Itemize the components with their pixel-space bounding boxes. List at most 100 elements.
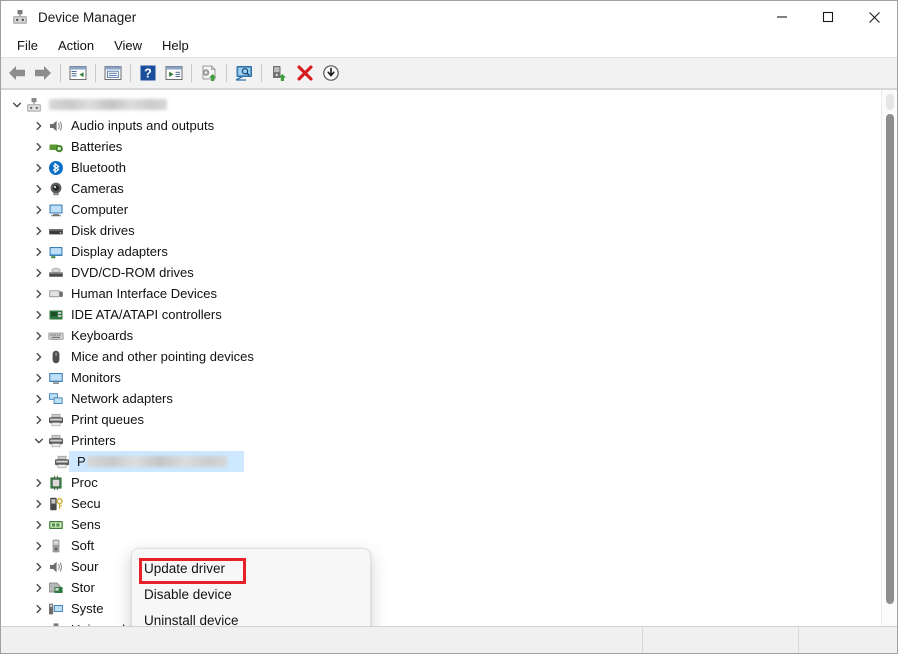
tree-item-label: Secu xyxy=(71,496,101,511)
chevron-right-icon[interactable] xyxy=(31,514,47,535)
enable-device-icon[interactable] xyxy=(266,60,292,86)
battery-icon xyxy=(47,138,64,155)
back-icon[interactable] xyxy=(4,60,30,86)
scan-hardware-icon[interactable] xyxy=(231,60,257,86)
tree-item-label: Audio inputs and outputs xyxy=(71,118,214,133)
tree-item-security-devices[interactable]: Secu xyxy=(1,493,881,514)
tree-item-audio[interactable]: Audio inputs and outputs xyxy=(1,115,881,136)
display-adapter-icon xyxy=(47,243,64,260)
toolbar-separator xyxy=(60,64,61,82)
tree-item-disk-drives[interactable]: Disk drives xyxy=(1,220,881,241)
tree-item-cameras[interactable]: Cameras xyxy=(1,178,881,199)
tree-item-label: Display adapters xyxy=(71,244,168,259)
tree-item-selected-printer[interactable]: P xyxy=(1,451,881,472)
chevron-right-icon[interactable] xyxy=(31,577,47,598)
tree-item-mice[interactable]: Mice and other pointing devices xyxy=(1,346,881,367)
chevron-right-icon[interactable] xyxy=(31,472,47,493)
tree-item-label: Computer xyxy=(71,202,128,217)
vertical-scrollbar[interactable] xyxy=(881,90,897,626)
close-button[interactable] xyxy=(851,1,897,33)
tree-item-monitors[interactable]: Monitors xyxy=(1,367,881,388)
chevron-right-icon[interactable] xyxy=(31,262,47,283)
printer-device-icon xyxy=(53,453,70,470)
title-bar: Device Manager xyxy=(1,1,897,33)
chevron-right-icon[interactable] xyxy=(31,220,47,241)
tree-item-hid[interactable]: Human Interface Devices xyxy=(1,283,881,304)
tree-item-label: DVD/CD-ROM drives xyxy=(71,265,194,280)
chevron-right-icon[interactable] xyxy=(31,325,47,346)
forward-icon[interactable] xyxy=(30,60,56,86)
device-tree[interactable]: Audio inputs and outputs Batteries xyxy=(1,90,881,626)
disable-device-icon[interactable] xyxy=(318,60,344,86)
chevron-right-icon[interactable] xyxy=(31,619,47,626)
speaker-icon xyxy=(47,117,64,134)
computer-root-icon xyxy=(25,96,42,113)
tree-item-computer[interactable]: Computer xyxy=(1,199,881,220)
tree-item-bluetooth[interactable]: Bluetooth xyxy=(1,157,881,178)
tree-item-display-adapters[interactable]: Display adapters xyxy=(1,241,881,262)
tree-item-print-queues[interactable]: Print queues xyxy=(1,409,881,430)
menu-view[interactable]: View xyxy=(104,36,152,55)
tree-item-label: Mice and other pointing devices xyxy=(71,349,254,364)
menu-file[interactable]: File xyxy=(7,36,48,55)
keyboard-icon xyxy=(47,327,64,344)
tree-item-network-adapters[interactable]: Network adapters xyxy=(1,388,881,409)
chevron-right-icon[interactable] xyxy=(31,115,47,136)
window-title: Device Manager xyxy=(38,10,136,25)
tree-root-node[interactable] xyxy=(1,94,881,115)
security-device-icon xyxy=(47,495,64,512)
context-menu-item-update-driver[interactable]: Update driver xyxy=(132,555,370,581)
chevron-right-icon[interactable] xyxy=(31,199,47,220)
maximize-button[interactable] xyxy=(805,1,851,33)
root-computer-name-redacted xyxy=(49,99,167,110)
context-menu-item-label: Uninstall device xyxy=(144,613,239,627)
chevron-down-icon[interactable] xyxy=(31,430,47,451)
tree-item-label: Printers xyxy=(71,433,116,448)
properties-icon[interactable] xyxy=(100,60,126,86)
update-driver-icon[interactable] xyxy=(196,60,222,86)
dvd-drive-icon xyxy=(47,264,64,281)
tree-item-sensors[interactable]: Sens xyxy=(1,514,881,535)
camera-icon xyxy=(47,180,64,197)
chevron-right-icon[interactable] xyxy=(31,346,47,367)
tree-item-processors[interactable]: Proc xyxy=(1,472,881,493)
context-menu-item-label: Update driver xyxy=(144,561,225,576)
tree-item-dvd-drives[interactable]: DVD/CD-ROM drives xyxy=(1,262,881,283)
help-icon[interactable]: ? xyxy=(135,60,161,86)
uninstall-device-icon[interactable] xyxy=(292,60,318,86)
device-manager-icon xyxy=(12,9,28,25)
chevron-right-icon[interactable] xyxy=(31,388,47,409)
toolbar-separator xyxy=(191,64,192,82)
chevron-right-icon[interactable] xyxy=(31,157,47,178)
status-bar-pane-2 xyxy=(643,627,798,653)
context-menu-item-uninstall-device[interactable]: Uninstall device xyxy=(132,607,370,626)
chevron-right-icon[interactable] xyxy=(31,493,47,514)
context-menu-item-disable-device[interactable]: Disable device xyxy=(132,581,370,607)
context-menu[interactable]: Update driver Disable device Uninstall d… xyxy=(131,548,371,626)
chevron-right-icon[interactable] xyxy=(31,535,47,556)
show-tree-icon[interactable] xyxy=(65,60,91,86)
scrollbar-thumb[interactable] xyxy=(886,114,894,604)
scrollbar-track[interactable] xyxy=(886,94,894,110)
tree-item-ide-controllers[interactable]: IDE ATA/ATAPI controllers xyxy=(1,304,881,325)
chevron-right-icon[interactable] xyxy=(31,136,47,157)
tree-item-label: Syste xyxy=(71,601,104,616)
minimize-button[interactable] xyxy=(759,1,805,33)
chevron-right-icon[interactable] xyxy=(31,409,47,430)
tree-item-batteries[interactable]: Batteries xyxy=(1,136,881,157)
sensor-icon xyxy=(47,516,64,533)
chevron-right-icon[interactable] xyxy=(31,178,47,199)
show-details-icon[interactable] xyxy=(161,60,187,86)
chevron-right-icon[interactable] xyxy=(31,556,47,577)
tree-item-label: Stor xyxy=(71,580,95,595)
chevron-right-icon[interactable] xyxy=(31,304,47,325)
chevron-right-icon[interactable] xyxy=(31,598,47,619)
tree-item-printers[interactable]: Printers xyxy=(1,430,881,451)
chevron-down-icon[interactable] xyxy=(9,94,25,115)
chevron-right-icon[interactable] xyxy=(31,367,47,388)
tree-item-keyboards[interactable]: Keyboards xyxy=(1,325,881,346)
menu-action[interactable]: Action xyxy=(48,36,104,55)
menu-help[interactable]: Help xyxy=(152,36,199,55)
chevron-right-icon[interactable] xyxy=(31,283,47,304)
chevron-right-icon[interactable] xyxy=(31,241,47,262)
